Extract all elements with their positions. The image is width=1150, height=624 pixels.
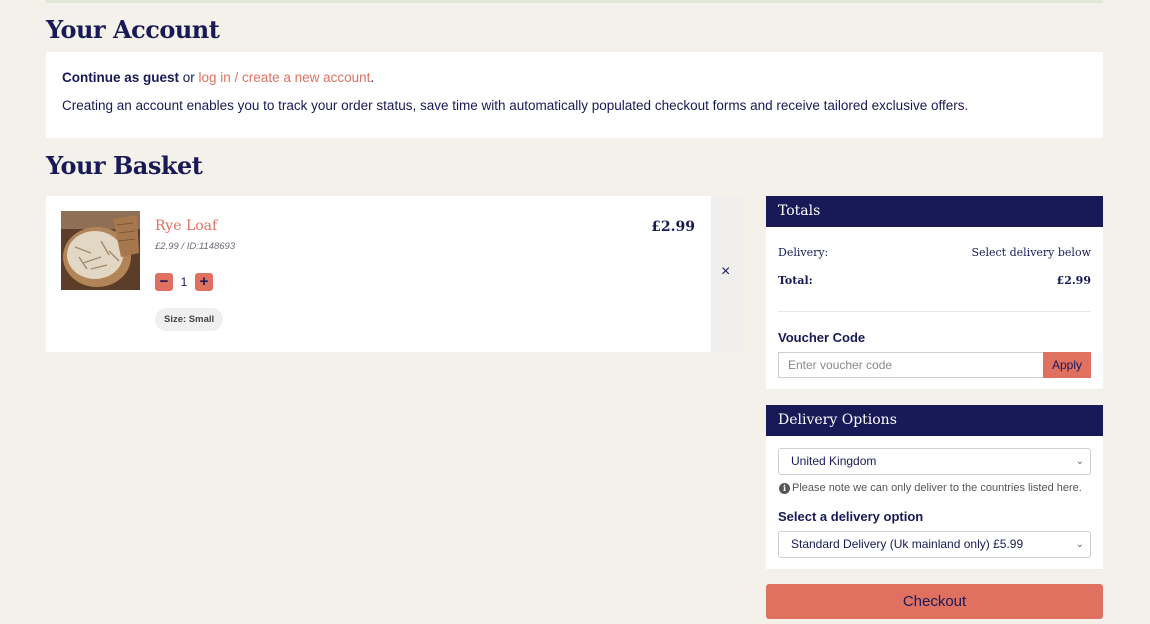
period: . — [370, 70, 375, 85]
apply-button[interactable]: Apply — [1043, 352, 1091, 378]
totals-divider — [778, 311, 1091, 312]
delivery-value: Select delivery below — [971, 246, 1091, 259]
quantity-stepper: − 1 + — [155, 273, 213, 291]
product-image[interactable] — [61, 211, 140, 290]
checkout-button[interactable]: Checkout — [766, 584, 1103, 619]
voucher-input[interactable]: Enter voucher code — [778, 352, 1044, 378]
continue-as-guest[interactable]: Continue as guest — [62, 70, 179, 85]
close-icon[interactable]: × — [721, 264, 730, 280]
delivery-note: i Please note we can only deliver to the… — [779, 482, 1082, 494]
delivery-panel: Delivery Options United Kingdom ⌄ i Plea… — [766, 405, 1103, 569]
voucher-label: Voucher Code — [778, 330, 866, 345]
delivery-label: Delivery: — [778, 246, 829, 259]
totals-panel: Totals Delivery: Select delivery below T… — [766, 196, 1103, 389]
account-card: Continue as guest or log in / create a n… — [46, 52, 1103, 138]
remove-item-column: × — [711, 196, 743, 352]
account-heading: Your Account — [46, 15, 220, 44]
total-value: £2.99 — [1056, 274, 1091, 287]
totals-heading: Totals — [766, 196, 1103, 227]
chevron-down-icon: ⌄ — [1075, 456, 1084, 467]
country-select[interactable]: United Kingdom ⌄ — [778, 448, 1091, 475]
increment-button[interactable]: + — [195, 273, 213, 291]
total-row: Total: £2.99 — [778, 274, 1091, 287]
country-value: United Kingdom — [791, 454, 877, 468]
total-label: Total: — [778, 274, 813, 287]
product-name[interactable]: Rye Loaf — [155, 218, 217, 234]
top-divider — [46, 0, 1103, 3]
delivery-option-select[interactable]: Standard Delivery (Uk mainland only) £5.… — [778, 531, 1091, 558]
delivery-note-text: Please note we can only deliver to the c… — [792, 482, 1082, 494]
delivery-row: Delivery: Select delivery below — [778, 246, 1091, 259]
delivery-option-value: Standard Delivery (Uk mainland only) £5.… — [791, 537, 1024, 551]
chevron-down-icon: ⌄ — [1075, 539, 1084, 550]
size-badge: Size: Small — [155, 308, 224, 331]
account-options: Continue as guest or log in / create a n… — [62, 70, 374, 85]
info-icon: i — [779, 482, 790, 494]
basket-item: Rye Loaf £2.99 / ID:1148693 £2.99 − 1 + … — [46, 196, 711, 352]
or-text: or — [179, 70, 199, 85]
delivery-heading: Delivery Options — [766, 405, 1103, 436]
basket-heading: Your Basket — [46, 151, 203, 180]
account-benefits: Creating an account enables you to track… — [62, 98, 969, 113]
product-meta: £2.99 / ID:1148693 — [155, 241, 236, 252]
login-link[interactable]: log in / create a new account — [199, 70, 371, 85]
delivery-option-label: Select a delivery option — [778, 509, 924, 524]
quantity-value: 1 — [180, 275, 188, 289]
product-price: £2.99 — [651, 219, 695, 235]
decrement-button[interactable]: − — [155, 273, 173, 291]
